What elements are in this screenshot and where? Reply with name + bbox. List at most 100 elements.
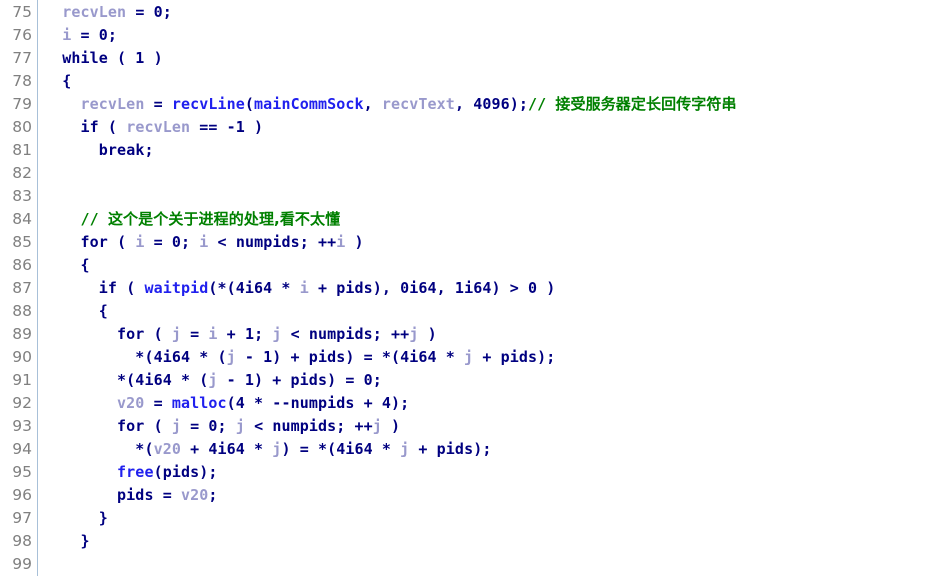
code-token: j [208, 371, 218, 389]
code-token: i [208, 325, 218, 343]
code-line[interactable]: break; [44, 139, 934, 162]
code-token: = [144, 95, 172, 113]
code-line[interactable]: recvLen = recvLine(mainCommSock, recvTex… [44, 93, 934, 116]
code-line[interactable]: pids = v20; [44, 484, 934, 507]
code-token: ; [208, 486, 218, 504]
line-number: 86 [12, 256, 32, 274]
code-token: (*(4i64 * [208, 279, 300, 297]
line-number: 89 [12, 325, 32, 343]
code-token: { [44, 72, 72, 90]
code-line[interactable] [44, 553, 934, 576]
code-token: *(4i64 * ( [44, 371, 209, 389]
line-number: 87 [12, 279, 32, 297]
code-token: recvLen [126, 118, 191, 136]
code-line[interactable]: if ( waitpid(*(4i64 * i + pids), 0i64, 1… [44, 277, 934, 300]
line-number: 96 [12, 486, 32, 504]
code-token: recvLine [171, 95, 245, 113]
line-number: 84 [12, 210, 32, 228]
code-token: ( [244, 95, 255, 113]
code-token: if [80, 118, 99, 136]
code-token: mainCommSock [254, 95, 364, 113]
line-number: 75 [12, 3, 32, 21]
code-line[interactable]: { [44, 300, 934, 323]
code-token: // [80, 210, 108, 228]
code-token: while ( 1 ) [62, 49, 163, 67]
code-token: v20 [153, 440, 181, 458]
line-number: 94 [12, 440, 32, 458]
code-line[interactable]: } [44, 530, 934, 553]
line-number: 88 [12, 302, 32, 320]
code-token: i [299, 279, 309, 297]
code-token: } [44, 509, 108, 527]
code-token: < numpids; ++ [281, 325, 410, 343]
code-line[interactable]: for ( j = 0; j < numpids; ++j ) [44, 415, 934, 438]
code-line[interactable]: if ( recvLen == -1 ) [44, 116, 934, 139]
line-number: 80 [12, 118, 32, 136]
code-line[interactable]: v20 = malloc(4 * --numpids + 4); [44, 392, 934, 415]
line-number: 93 [12, 417, 32, 435]
code-line[interactable]: i = 0; [44, 24, 934, 47]
code-line[interactable]: for ( j = i + 1; j < numpids; ++j ) [44, 323, 934, 346]
code-line[interactable]: *(4i64 * (j - 1) + pids) = *(4i64 * j + … [44, 346, 934, 369]
code-token: ( [144, 417, 172, 435]
code-editor[interactable]: 75 76 77 78 79 80 81 82 83 84 85 86 87 88 89 90 91 92 93 94… [0, 0, 934, 576]
code-line[interactable]: while ( 1 ) [44, 47, 934, 70]
line-number: 91 [12, 371, 32, 389]
code-token: (pids); [153, 463, 218, 481]
code-token: if [98, 279, 118, 297]
code-token: malloc [171, 394, 227, 412]
code-token: v20 [117, 394, 145, 412]
code-token: j [400, 440, 410, 458]
code-token: + 4i64 * [180, 440, 273, 458]
code-token: 接受服务器定长回传字符串 [555, 95, 737, 113]
code-line[interactable]: { [44, 70, 934, 93]
code-token: j [171, 417, 181, 435]
code-line[interactable]: } [44, 507, 934, 530]
code-line[interactable] [44, 162, 934, 185]
code-token: = 0; [144, 233, 200, 251]
code-line[interactable]: { [44, 254, 934, 277]
code-line[interactable]: // 这个是个关于进程的处理,看不太懂 [44, 208, 934, 231]
code-line[interactable]: *(v20 + 4i64 * j) = *(4i64 * j + pids); [44, 438, 934, 461]
code-line[interactable]: recvLen = 0; [44, 1, 934, 24]
code-token: + pids), 0i64, 1i64) > 0 ) [308, 279, 556, 297]
code-token: ) [418, 325, 437, 343]
code-token: + pids); [409, 440, 492, 458]
code-token: < numpids; ++ [244, 417, 373, 435]
code-token: ( [117, 279, 145, 297]
code-line[interactable] [44, 185, 934, 208]
code-token: { [44, 256, 90, 274]
code-token: for [117, 325, 145, 343]
line-number: 77 [12, 49, 32, 67]
code-token: } [44, 532, 90, 550]
code-token: // [527, 95, 556, 113]
line-number: 82 [12, 164, 32, 182]
line-number: 79 [12, 95, 32, 113]
code-token: < numpids; ++ [208, 233, 337, 251]
code-token: = 0; [126, 3, 172, 21]
code-token: ( [98, 118, 127, 136]
line-number: 92 [12, 394, 32, 412]
code-token: = 0; [71, 26, 118, 44]
code-token: = 0; [181, 417, 236, 435]
line-number-gutter[interactable]: 75 76 77 78 79 80 81 82 83 84 85 86 87 88 89 90 91 92 93 94… [0, 0, 38, 576]
code-token: free [117, 463, 154, 481]
code-token: waitpid [144, 279, 209, 297]
code-content-area[interactable]: recvLen = 0; i = 0; while ( 1 ) { recvLe… [38, 0, 934, 576]
code-token: + 1; [217, 325, 273, 343]
code-token: - 1) + pids) = *(4i64 * [235, 348, 465, 366]
code-token: recvLen [80, 95, 145, 113]
code-line[interactable]: free(pids); [44, 461, 934, 484]
code-line[interactable]: for ( i = 0; i < numpids; ++i ) [44, 231, 934, 254]
line-number: 90 [12, 348, 32, 366]
code-line[interactable]: *(4i64 * (j - 1) + pids) = 0; [44, 369, 934, 392]
code-token: 这个是个关于进程的处理,看不太懂 [107, 210, 341, 228]
code-token: ) = *(4i64 * [281, 440, 401, 458]
line-number: 98 [12, 532, 32, 550]
